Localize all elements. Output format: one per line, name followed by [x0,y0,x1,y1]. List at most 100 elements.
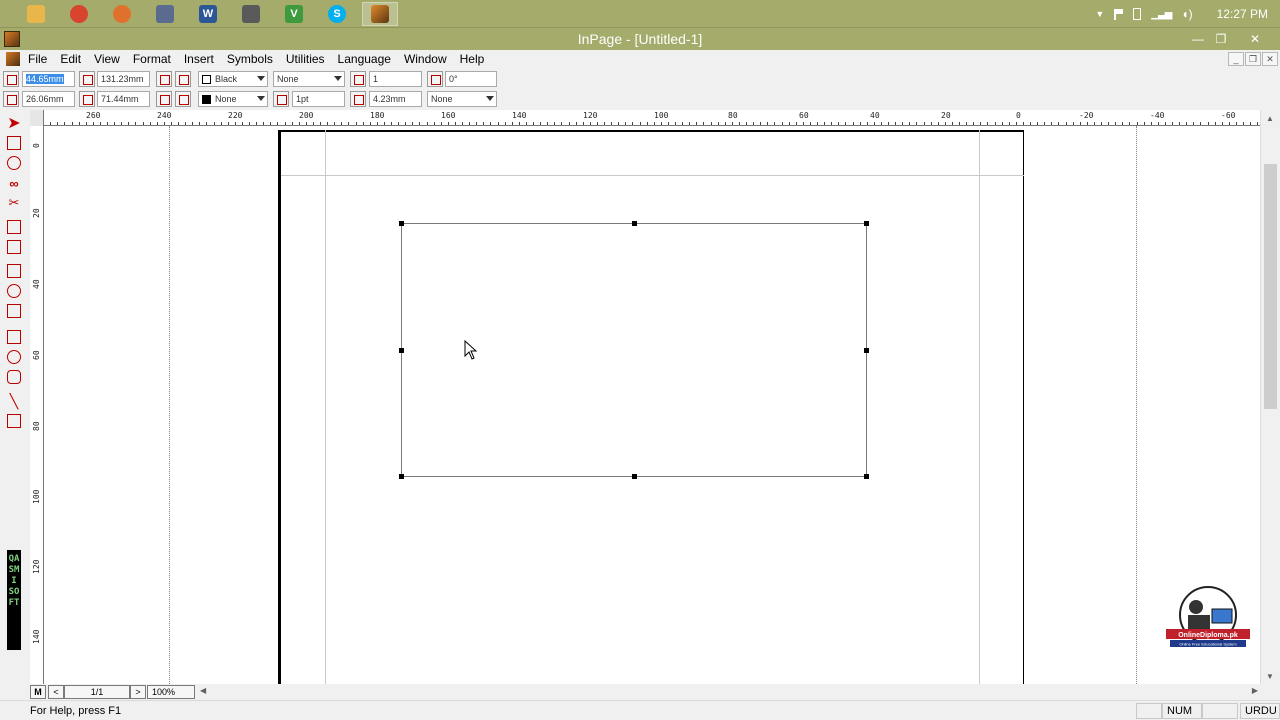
frame-type-icon[interactable] [175,71,191,87]
resize-handle-left[interactable] [399,348,404,353]
fill-color-dropdown[interactable]: None [198,91,268,107]
taskbar-firefox[interactable] [104,2,140,26]
text-flow-alt-icon[interactable] [175,91,191,107]
line-tool[interactable]: ╲ [4,392,24,410]
document-system-icon[interactable] [6,52,20,66]
menu-symbols[interactable]: Symbols [227,51,280,66]
close-button[interactable]: ✕ [1241,30,1269,48]
taskbar-file-explorer[interactable] [18,2,54,26]
flag-icon[interactable] [1114,8,1124,20]
resize-handle-right[interactable] [864,348,869,353]
horizontal-ruler[interactable]: 260 240 220 200 180 160 140 120 100 80 6… [30,110,1268,126]
y-position-icon[interactable] [3,91,19,107]
rounded-rect-tool[interactable] [4,368,24,386]
scroll-thumb[interactable] [1264,164,1277,409]
text-flow-icon[interactable] [156,91,172,107]
scroll-left-icon[interactable]: ◀ [200,686,206,695]
doc-close-button[interactable]: ✕ [1262,52,1278,66]
horizontal-scrollbar[interactable]: ◀ ▶ [198,685,1262,699]
doc-restore-button[interactable]: ❐ [1245,52,1261,66]
scroll-right-icon[interactable]: ▶ [1252,686,1258,695]
clock[interactable]: 12:27 PM [1217,7,1268,21]
rotate-tool[interactable] [4,154,24,172]
ruler-tick [959,122,960,125]
zoom-field[interactable]: 100% [147,685,195,699]
border-width-icon[interactable] [273,91,289,107]
menu-utilities[interactable]: Utilities [286,51,332,66]
gutter-field[interactable]: 4.23mm [369,91,422,107]
hand-tool[interactable] [4,134,24,152]
unlink-tool[interactable]: ✂ [4,194,24,212]
menu-format[interactable]: Format [133,51,178,66]
pointer-tool[interactable]: ➤ [4,114,24,132]
document-canvas[interactable] [44,126,1260,684]
x-position-field[interactable]: 44.65mm [22,71,75,87]
text-tool[interactable] [4,218,24,236]
taskbar-chrome[interactable] [61,2,97,26]
resize-handle-bottom-left[interactable] [399,474,404,479]
next-page-button[interactable]: > [130,685,146,699]
resize-handle-bottom-right[interactable] [864,474,869,479]
y-position-field[interactable]: 26.06mm [22,91,75,107]
taskbar-word[interactable]: W [190,2,226,26]
scroll-down-icon[interactable]: ▼ [1266,672,1274,681]
taskbar-lamp-app[interactable] [233,2,269,26]
picture-box-tool[interactable] [4,262,24,280]
previous-page-button[interactable]: < [48,685,64,699]
ruler-origin[interactable] [30,110,44,126]
battery-icon[interactable] [1133,8,1142,20]
angle-icon[interactable] [427,71,443,87]
taskbar-skype[interactable]: S [319,2,355,26]
vertical-scrollbar[interactable]: ▲ ▼ [1260,110,1280,684]
ruler-label: 0 [32,143,41,148]
menu-insert[interactable]: Insert [184,51,221,66]
taskbar-vivaldi[interactable]: V [276,2,312,26]
menu-bar: File Edit View Format Insert Symbols Uti… [0,50,1280,68]
ruler-tick [1122,122,1124,125]
resize-handle-bottom[interactable] [632,474,637,479]
menu-window[interactable]: Window [404,51,454,66]
width-field[interactable]: 131.23mm [97,71,150,87]
menu-edit[interactable]: Edit [60,51,88,66]
scroll-up-icon[interactable]: ▲ [1266,114,1274,123]
oval-picture-tool[interactable] [4,282,24,300]
resize-handle-top[interactable] [632,221,637,226]
border-style-dropdown[interactable]: None [273,71,345,87]
ruler-tick [1172,122,1173,125]
rounded-picture-tool[interactable] [4,302,24,320]
rectangle-tool[interactable] [4,328,24,346]
tray-expand-icon[interactable]: ▼ [1095,9,1104,19]
maximize-button[interactable]: ❐ [1207,30,1235,48]
taskbar-inpage[interactable] [362,2,398,26]
width-icon[interactable] [79,71,95,87]
text-box-tool[interactable] [4,238,24,256]
link-tool[interactable]: ∞ [4,174,24,192]
height-field[interactable]: 71.44mm [97,91,150,107]
menu-help[interactable]: Help [460,51,492,66]
master-page-button[interactable]: M [30,685,46,699]
doc-minimize-button[interactable]: _ [1228,52,1244,66]
menu-file[interactable]: File [28,51,54,66]
x-position-icon[interactable] [3,71,19,87]
gutter-icon[interactable] [350,91,366,107]
polygon-tool[interactable] [4,412,24,430]
taskbar-document[interactable] [147,2,183,26]
columns-field[interactable]: 1 [369,71,422,87]
ruler-tick [1015,122,1017,125]
oval-tool[interactable] [4,348,24,366]
vertical-ruler[interactable]: 0 20 40 60 80 100 120 140 [30,126,44,684]
border-width-field[interactable]: 1pt [292,91,345,107]
height-icon[interactable] [79,91,95,107]
resize-handle-top-right[interactable] [864,221,869,226]
resize-handle-top-left[interactable] [399,221,404,226]
signal-icon[interactable]: ▁▃▅ [1151,9,1172,20]
menu-view[interactable]: View [94,51,127,66]
menu-language[interactable]: Language [338,51,398,66]
border-color-dropdown[interactable]: Black [198,71,268,87]
volume-icon[interactable]: ◖) [1181,7,1192,21]
page-number-field[interactable]: 1/1 [64,685,130,699]
frame-align-icon[interactable] [156,71,172,87]
text-wrap-dropdown[interactable]: None [427,91,497,107]
columns-icon[interactable] [350,71,366,87]
angle-field[interactable]: 0° [445,71,497,87]
